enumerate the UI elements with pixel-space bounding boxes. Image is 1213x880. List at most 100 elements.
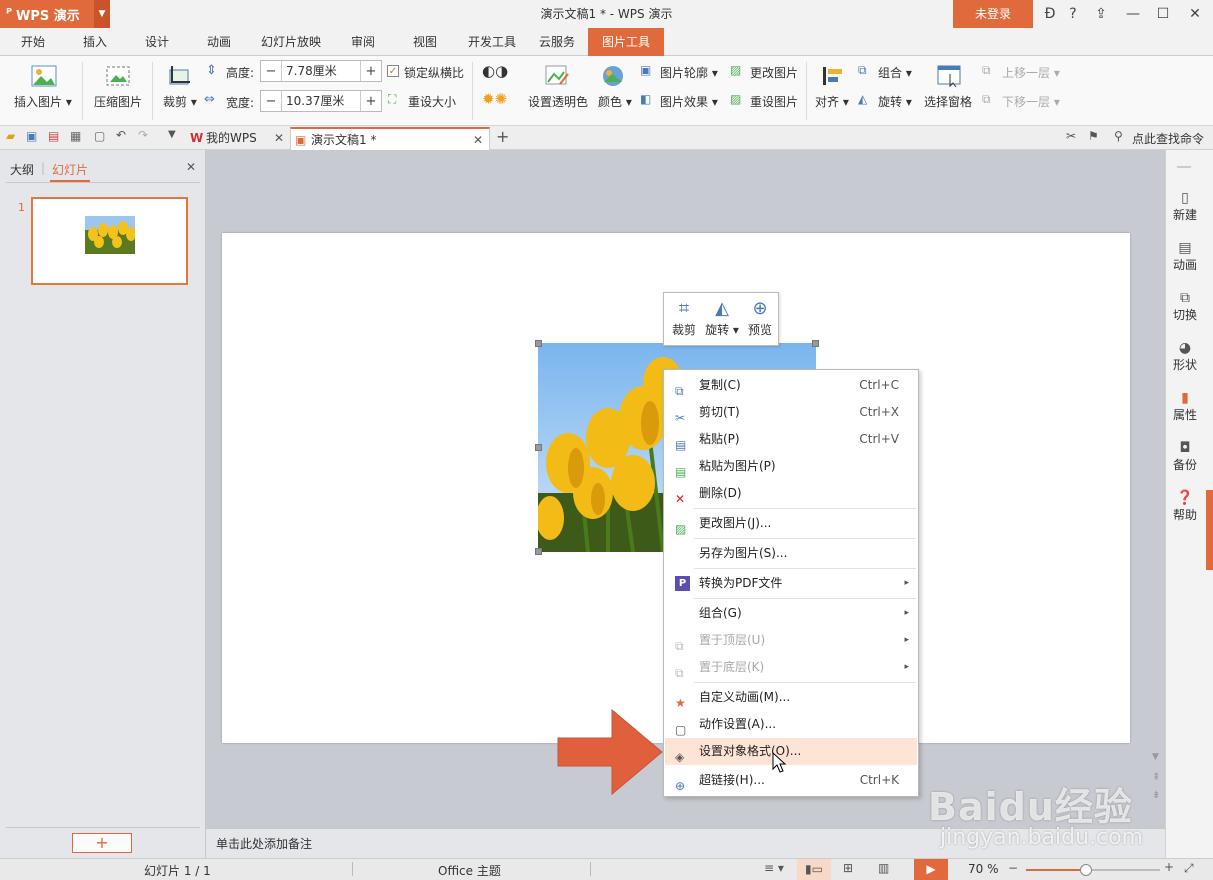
picture-outline-button[interactable]: 图片轮廓 ▾ xyxy=(660,64,718,81)
fit-window-icon[interactable]: ⤢ xyxy=(1184,861,1194,876)
resize-handle[interactable] xyxy=(535,444,542,451)
zoom-slider-thumb[interactable] xyxy=(1080,864,1093,876)
pane-properties[interactable]: ▮ 属性 xyxy=(1165,390,1205,423)
notes-toggle-icon[interactable]: ≡ ▾ xyxy=(764,861,784,875)
width-stepper[interactable]: − 10.37厘米 + xyxy=(260,90,382,112)
pane-backup[interactable]: ◘ 备份 xyxy=(1165,440,1205,473)
tab-review[interactable]: 审阅 xyxy=(338,28,388,56)
save-icon[interactable]: ▣ xyxy=(26,129,37,143)
pane-shape[interactable]: ◕ 形状 xyxy=(1165,340,1205,373)
change-picture-button[interactable]: 更改图片 xyxy=(750,64,798,81)
menu-save-as-picture[interactable]: 另存为图片(S)... xyxy=(665,540,917,567)
menu-copy[interactable]: ⧉ 复制(C) Ctrl+C xyxy=(665,372,917,399)
tab-view[interactable]: 视图 xyxy=(400,28,450,56)
minimize-button[interactable]: — xyxy=(1118,0,1148,28)
mini-preview-button[interactable]: ⊕ 预览 xyxy=(744,297,776,338)
close-panel-icon[interactable]: ✕ xyxy=(186,160,196,174)
tab-cloud[interactable]: 云服务 xyxy=(532,28,582,56)
open-icon[interactable]: ▰ xyxy=(6,129,15,143)
zoom-slider[interactable] xyxy=(1026,864,1160,876)
zoom-out-icon[interactable]: − xyxy=(1008,861,1018,875)
pane-new[interactable]: ▯ 新建 xyxy=(1165,190,1205,223)
print-icon[interactable]: ▦ xyxy=(70,129,81,143)
tab-start[interactable]: 开始 xyxy=(8,28,58,56)
reset-size-button[interactable]: 重设大小 xyxy=(408,93,456,110)
pane-help[interactable]: ❓ 帮助 xyxy=(1165,490,1205,523)
set-transparent-button[interactable]: 设置透明色 xyxy=(528,93,588,110)
redo-icon[interactable]: ↷ xyxy=(138,128,148,142)
menu-paste-as-picture[interactable]: ▤ 粘贴为图片(P) xyxy=(665,453,917,480)
scroll-down-arrow-icon[interactable]: ▼ xyxy=(1152,752,1159,762)
close-tab-icon[interactable]: ✕ xyxy=(473,129,483,151)
brightness-icon[interactable]: ✹✺ xyxy=(482,90,507,108)
menu-delete[interactable]: ✕ 删除(D) xyxy=(665,480,917,507)
pane-transition[interactable]: ⧉ 切换 xyxy=(1165,290,1205,323)
slide-thumbnail[interactable] xyxy=(31,197,188,285)
height-input[interactable]: 7.78厘米 xyxy=(281,61,361,81)
tab-insert[interactable]: 插入 xyxy=(70,28,120,56)
color-button[interactable]: 颜色 ▾ xyxy=(598,93,632,110)
export-pdf-icon[interactable]: ▤ xyxy=(48,129,59,143)
menu-paste[interactable]: ▤ 粘贴(P) Ctrl+V xyxy=(665,426,917,453)
pane-animation[interactable]: ▤ 动画 xyxy=(1165,240,1205,273)
reading-view-icon[interactable]: ▥ xyxy=(878,861,889,875)
menu-format-object[interactable]: ◈ 设置对象格式(O)... xyxy=(665,738,917,765)
plus-icon[interactable]: + xyxy=(361,94,381,109)
tab-slides[interactable]: 幻灯片 xyxy=(52,161,88,178)
login-button[interactable]: 未登录 xyxy=(953,0,1033,28)
tab-developer[interactable]: 开发工具 xyxy=(462,28,522,56)
picture-effect-button[interactable]: 图片效果 ▾ xyxy=(660,93,718,110)
minus-icon[interactable]: − xyxy=(261,94,281,109)
width-input[interactable]: 10.37厘米 xyxy=(281,91,361,111)
group-button[interactable]: 组合 ▾ xyxy=(878,64,912,81)
crop-button[interactable]: 裁剪 ▾ xyxy=(163,93,197,110)
reset-picture-button[interactable]: 重设图片 xyxy=(750,93,798,110)
tab-document[interactable]: ▣ 演示文稿1 * ✕ xyxy=(290,127,490,150)
menu-custom-animation[interactable]: ★ 自定义动画(M)... xyxy=(665,684,917,711)
menu-cut[interactable]: ✂ 剪切(T) Ctrl+X xyxy=(665,399,917,426)
search-icon[interactable]: ⚲ xyxy=(1114,129,1123,143)
print-preview-icon[interactable]: ▢ xyxy=(94,129,105,143)
menu-hyperlink[interactable]: ⊕ 超链接(H)... Ctrl+K xyxy=(665,767,917,794)
tab-mywps[interactable]: W 我的WPS ✕ xyxy=(186,127,288,150)
menu-action-settings[interactable]: ▢ 动作设置(A)... xyxy=(665,711,917,738)
menu-convert-pdf[interactable]: P 转换为PDF文件 ▸ xyxy=(665,570,917,597)
resize-handle[interactable] xyxy=(535,548,542,555)
height-stepper[interactable]: − 7.78厘米 + xyxy=(260,60,382,82)
close-button[interactable]: ✕ xyxy=(1180,0,1210,28)
menu-change-picture[interactable]: ▨ 更改图片(J)... xyxy=(665,510,917,537)
resize-handle[interactable] xyxy=(812,340,819,347)
rotate-button[interactable]: 旋转 ▾ xyxy=(878,93,912,110)
zoom-in-icon[interactable]: + xyxy=(1164,860,1174,874)
play-slideshow-button[interactable]: ▶ xyxy=(914,859,948,880)
customize-toolbar-icon[interactable]: ▼ xyxy=(168,129,176,140)
chevron-down-icon[interactable]: ▼ xyxy=(94,0,110,28)
mini-crop-button[interactable]: ⌗ 裁剪 xyxy=(668,297,700,338)
menu-group[interactable]: 组合(G) ▸ xyxy=(665,600,917,627)
prev-slide-icon[interactable]: ⇞ xyxy=(1152,772,1160,783)
upload-icon[interactable]: ⇪ xyxy=(1086,0,1116,28)
compress-picture-button[interactable]: 压缩图片 xyxy=(94,93,142,110)
search-command[interactable]: 点此查找命令 xyxy=(1132,130,1204,147)
send-backward-button[interactable]: 下移一层 ▾ xyxy=(1002,93,1060,110)
align-button[interactable]: 对齐 ▾ xyxy=(815,93,849,110)
tab-design[interactable]: 设计 xyxy=(132,28,182,56)
pane-scroll-tab[interactable] xyxy=(1206,490,1213,570)
resize-handle[interactable] xyxy=(535,340,542,347)
new-tab-button[interactable]: + xyxy=(496,127,509,146)
tab-outline[interactable]: 大纲 xyxy=(10,161,34,178)
lock-ratio-checkbox[interactable]: ✓ xyxy=(387,65,399,77)
undo-icon[interactable]: ↶ xyxy=(116,128,126,142)
selection-pane-button[interactable]: 选择窗格 xyxy=(924,93,972,110)
menu-send-to-back[interactable]: ⧉ 置于底层(K) ▸ xyxy=(665,654,917,681)
plus-icon[interactable]: + xyxy=(361,64,381,79)
mini-rotate-button[interactable]: ◭ 旋转 ▾ xyxy=(702,297,742,338)
contrast-icon[interactable]: ◐◑ xyxy=(482,62,508,80)
bring-forward-button[interactable]: 上移一层 ▾ xyxy=(1002,64,1060,81)
normal-view-icon[interactable]: ▮▭ xyxy=(797,859,831,880)
help-menu-icon[interactable]: ? xyxy=(1058,0,1088,28)
insert-picture-button[interactable]: 插入图片 ▾ xyxy=(14,93,72,110)
tab-animation[interactable]: 动画 xyxy=(194,28,244,56)
tools-icon[interactable]: ✂ xyxy=(1066,129,1076,143)
next-slide-icon[interactable]: ⇟ xyxy=(1152,790,1160,801)
